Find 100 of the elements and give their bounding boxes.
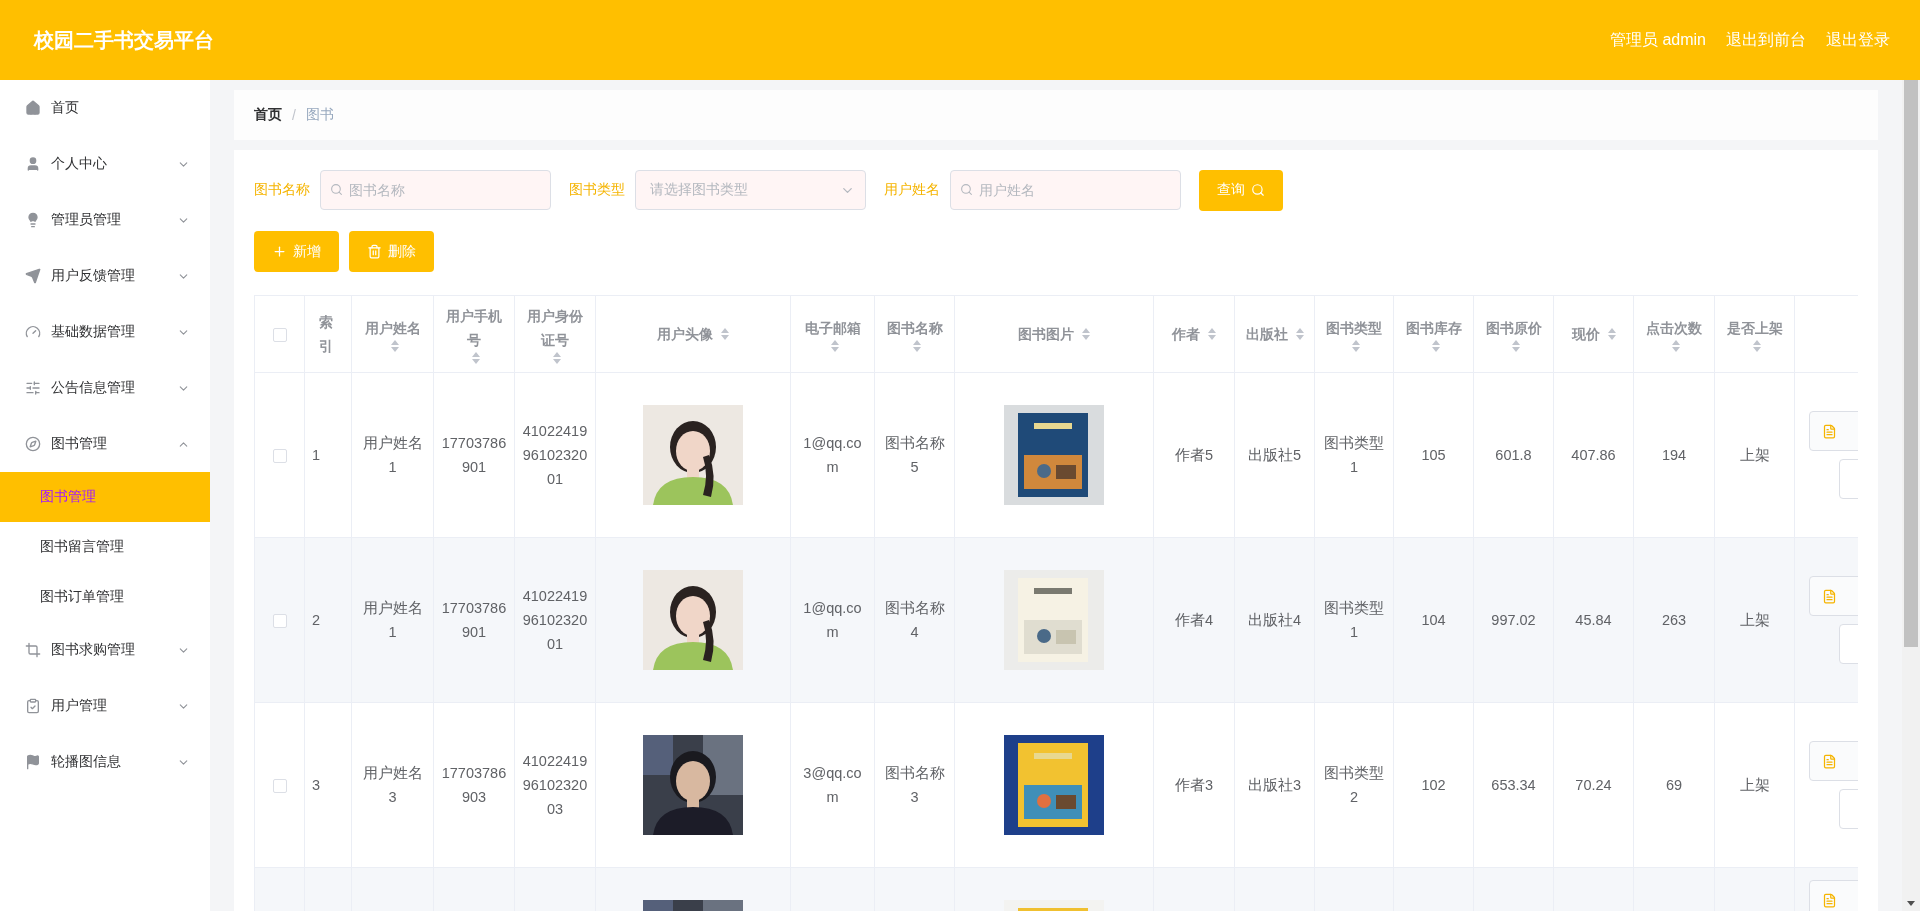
table-cell: 作者5 <box>1174 447 1214 463</box>
sidebar-item[interactable]: 首页 <box>0 80 210 136</box>
table-cell: 用户姓名1 <box>362 600 423 640</box>
table-cell: 出版社3 <box>1247 777 1302 793</box>
table-cell: 104 <box>1421 612 1446 628</box>
table-cell: 用户姓名3 <box>362 765 423 805</box>
sidebar-item[interactable]: 个人中心 <box>0 136 210 192</box>
compass-icon <box>25 436 41 452</box>
row-checkbox[interactable] <box>272 449 287 464</box>
sort-icon[interactable] <box>721 328 729 340</box>
sort-icon[interactable] <box>1082 328 1090 340</box>
table-cell: 图书名称5 <box>884 435 945 475</box>
sidebar-label: 图书管理 <box>51 435 108 453</box>
table-cell: 17703786903 <box>441 765 507 805</box>
plus-icon <box>272 244 287 259</box>
sidebar-label: 公告信息管理 <box>51 379 136 397</box>
sort-icon[interactable] <box>1431 340 1440 352</box>
table-cell: 69 <box>1665 777 1683 793</box>
search-field[interactable]: 用户姓名 <box>950 170 1181 210</box>
table-cell: 用户姓名1 <box>362 435 423 475</box>
table-cell: 45.84 <box>1575 612 1612 628</box>
document-icon <box>1822 892 1837 908</box>
sidebar-label: 首页 <box>51 99 80 117</box>
sort-icon[interactable] <box>1752 340 1761 352</box>
table-cell: 1@qq.com <box>803 435 862 475</box>
sidebar-label: 管理员管理 <box>51 211 122 229</box>
column-header: 图书名称 <box>886 319 943 338</box>
sidebar-label: 图书求购管理 <box>51 641 136 659</box>
table-cell: 作者4 <box>1174 612 1214 628</box>
table-cell: 3 <box>312 777 321 793</box>
row-checkbox[interactable] <box>272 614 287 629</box>
table-cell: 410224199610232001 <box>522 423 588 487</box>
table-cell: 图书类型1 <box>1324 600 1384 640</box>
scrollbar[interactable] <box>1902 80 1920 911</box>
table-cell: 上架 <box>1739 612 1770 628</box>
sort-icon[interactable] <box>1607 328 1616 340</box>
gauge-icon <box>25 324 41 340</box>
select-all-checkbox[interactable] <box>272 328 287 343</box>
column-header: 用户手机号 <box>445 307 503 350</box>
sliders-icon <box>25 380 41 396</box>
column-header: 图书类型 <box>1326 319 1382 338</box>
column-header: 索引 <box>319 313 334 356</box>
sort-icon[interactable] <box>1672 340 1680 352</box>
sidebar-item[interactable]: 图书求购管理 <box>0 622 210 678</box>
sidebar-item[interactable]: 管理员管理 <box>0 192 210 248</box>
table-cell: 194 <box>1661 447 1687 463</box>
sidebar-label: 轮播图信息 <box>51 753 122 771</box>
field-label: 图书名称 <box>254 181 310 199</box>
field-label: 用户姓名 <box>884 181 940 199</box>
table-cell: 出版社4 <box>1247 612 1302 628</box>
table-cell: 上架 <box>1739 777 1770 793</box>
table-cell: 410224199610232001 <box>522 588 588 652</box>
column-header: 图书库存 <box>1405 319 1462 338</box>
sidebar-item[interactable]: 基础数据管理 <box>0 304 210 360</box>
sidebar-item[interactable]: 用户管理 <box>0 678 210 734</box>
sidebar-item[interactable]: 图书管理 <box>0 416 210 472</box>
trash-icon <box>367 244 382 259</box>
sort-icon[interactable] <box>830 340 839 352</box>
breadcrumb-separator: / <box>292 107 296 123</box>
sidebar-label: 个人中心 <box>51 155 108 173</box>
row-checkbox[interactable] <box>272 779 287 794</box>
sort-icon[interactable] <box>390 340 399 352</box>
table-cell: 3@qq.com <box>803 765 862 805</box>
sidebar-label: 用户管理 <box>51 697 108 715</box>
field-label: 图书类型 <box>569 181 625 199</box>
table-cell: 410224199610232003 <box>522 753 588 817</box>
sort-icon[interactable] <box>1208 328 1216 340</box>
sort-icon[interactable] <box>912 340 921 352</box>
breadcrumb-item: 图书 <box>305 106 334 124</box>
sidebar-item[interactable]: 轮播图信息 <box>0 734 210 790</box>
search-field[interactable]: 图书名称 <box>320 170 551 210</box>
table-cell: 997.02 <box>1491 612 1536 628</box>
sidebar-item[interactable]: 公告信息管理 <box>0 360 210 416</box>
sort-icon[interactable] <box>1352 340 1360 352</box>
document-icon <box>1822 423 1837 439</box>
sidebar-item[interactable]: 用户反馈管理 <box>0 248 210 304</box>
column-header: 点击次数 <box>1646 319 1702 338</box>
lightbulb-icon <box>25 212 41 228</box>
breadcrumb-item[interactable]: 首页 <box>254 106 282 124</box>
app-title: 校园二手书交易平台 <box>34 27 214 53</box>
table-cell: 70.24 <box>1575 777 1612 793</box>
table-cell: 图书类型1 <box>1324 435 1384 475</box>
document-icon <box>1822 753 1837 769</box>
table-cell: 17703786901 <box>441 435 507 475</box>
sidebar-label: 基础数据管理 <box>51 323 136 341</box>
column-header: 用户头像 <box>657 325 713 344</box>
sort-icon[interactable] <box>553 352 561 364</box>
table-cell: 105 <box>1421 447 1446 463</box>
table-cell: 图书名称4 <box>884 600 945 640</box>
paper-plane-icon <box>25 268 41 284</box>
document-icon <box>1822 588 1837 604</box>
table-cell: 图书名称3 <box>884 765 945 805</box>
column-header: 电子邮箱 <box>804 319 861 338</box>
sort-icon[interactable] <box>1511 340 1520 352</box>
flag-icon <box>25 754 41 770</box>
crop-icon <box>25 642 41 658</box>
sort-icon[interactable] <box>1295 328 1304 340</box>
home-icon <box>25 100 41 116</box>
sort-icon[interactable] <box>472 352 480 364</box>
table-cell: 407.86 <box>1571 447 1616 463</box>
